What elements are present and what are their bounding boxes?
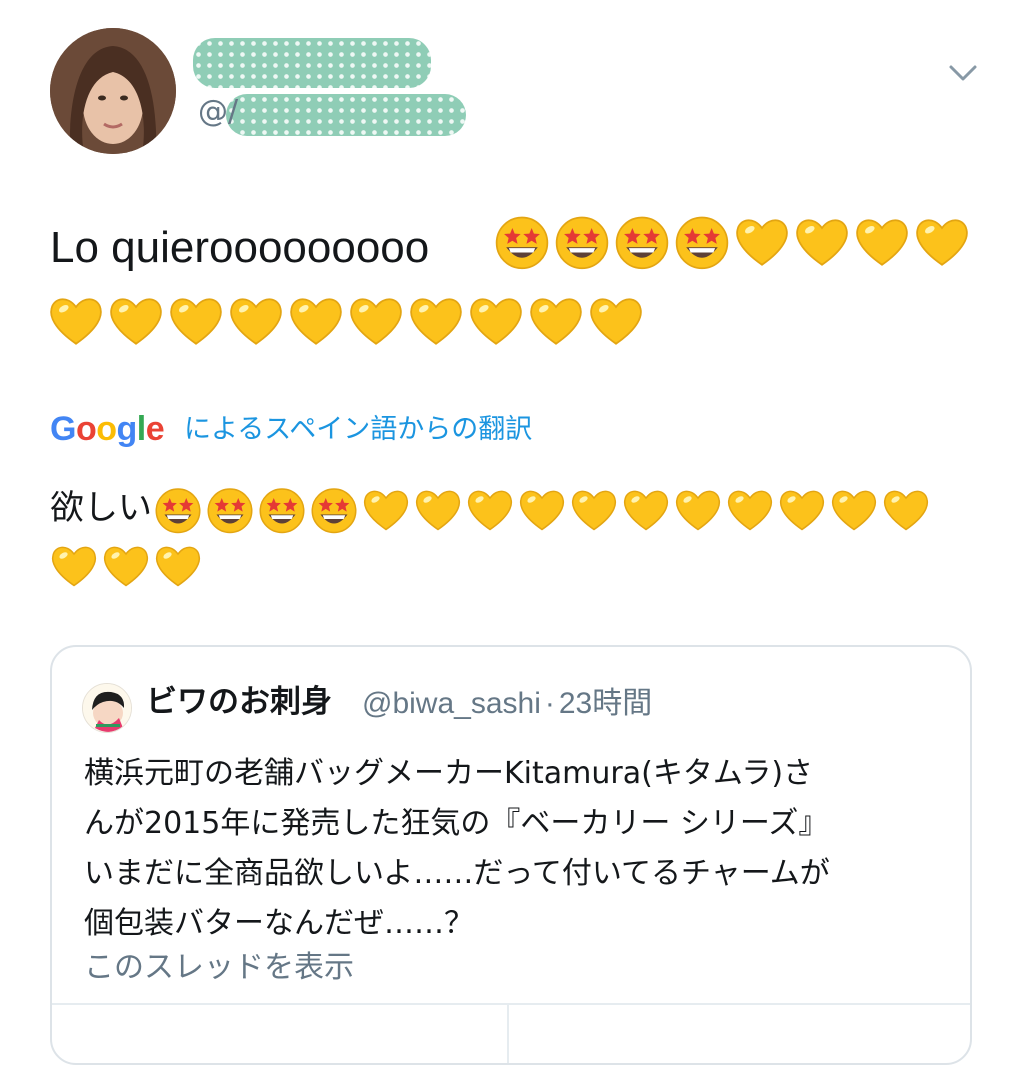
quoted-tweet-card[interactable]: ビワのお刺身 @biwa_sashi · 23時間 横浜元町の老舗バッグメーカーKi…: [50, 645, 972, 1065]
user-avatar[interactable]: [50, 28, 176, 154]
yellow-heart-emoji: [882, 486, 930, 538]
translated-text: 欲しい: [50, 488, 152, 528]
yellow-heart-emoji: [518, 486, 566, 538]
quoted-user-name[interactable]: ビワのお刺身: [146, 687, 332, 718]
star-struck-emoji: [154, 486, 202, 538]
yellow-heart-emoji: [50, 542, 98, 594]
yellow-heart-emoji: [228, 293, 284, 353]
yellow-heart-emoji: [588, 293, 644, 353]
yellow-heart-emoji: [734, 214, 790, 274]
star-struck-emoji: [258, 486, 306, 538]
translation-label[interactable]: によるスペイン語からの翻訳: [184, 416, 532, 443]
quoted-avatar-image: [83, 684, 131, 732]
quoted-user-handle[interactable]: @biwa_sashi: [362, 687, 541, 720]
quoted-timestamp[interactable]: 23時間: [559, 687, 652, 720]
tweet-emoji-row-1: [494, 214, 974, 274]
yellow-heart-emoji: [468, 293, 524, 353]
quoted-meta: @biwa_sashi · 23時間: [362, 689, 652, 719]
avatar-photo: [50, 28, 176, 154]
yellow-heart-emoji: [108, 293, 164, 353]
yellow-heart-emoji: [466, 486, 514, 538]
yellow-heart-emoji: [348, 293, 404, 353]
yellow-heart-emoji: [168, 293, 224, 353]
star-struck-emoji: [494, 214, 550, 274]
yellow-heart-emoji: [794, 214, 850, 274]
star-struck-emoji: [554, 214, 610, 274]
yellow-heart-emoji: [854, 214, 910, 274]
yellow-heart-emoji: [528, 293, 584, 353]
yellow-heart-emoji: [362, 486, 410, 538]
yellow-heart-emoji: [674, 486, 722, 538]
yellow-heart-emoji: [622, 486, 670, 538]
yellow-heart-emoji: [830, 486, 878, 538]
yellow-heart-emoji: [48, 293, 104, 353]
quoted-body-line: 個包装バターなんだぜ……？: [84, 906, 474, 941]
user-handle-prefix: @/: [198, 94, 239, 129]
yellow-heart-emoji: [154, 542, 202, 594]
quoted-body-line: いまだに全商品欲しいよ……だって付いてるチャームが: [84, 856, 830, 891]
yellow-heart-emoji: [778, 486, 826, 538]
google-logo: Google: [50, 410, 165, 448]
yellow-heart-emoji: [914, 214, 970, 274]
yellow-heart-emoji: [102, 542, 150, 594]
tweet-emoji-row-2: [48, 293, 648, 353]
quoted-body-line: んが2015年に発売した狂気の『ベーカリー シリーズ』: [84, 806, 829, 841]
redacted-handle: [226, 94, 466, 136]
divider: [507, 1003, 509, 1063]
redacted-display-name: [193, 38, 431, 88]
yellow-heart-emoji: [414, 486, 462, 538]
star-struck-emoji: [206, 486, 254, 538]
quoted-body-line: 横浜元町の老舗バッグメーカーKitamura(キタムラ)さ: [84, 756, 814, 791]
translated-emoji-row-1: [154, 486, 934, 538]
translated-emoji-row-2: [50, 542, 206, 594]
meta-separator: ·: [544, 687, 555, 720]
yellow-heart-emoji: [408, 293, 464, 353]
divider: [52, 1003, 970, 1005]
yellow-heart-emoji: [726, 486, 774, 538]
quoted-user-avatar[interactable]: [82, 683, 132, 733]
star-struck-emoji: [614, 214, 670, 274]
yellow-heart-emoji: [288, 293, 344, 353]
star-struck-emoji: [674, 214, 730, 274]
star-struck-emoji: [310, 486, 358, 538]
show-thread-link[interactable]: このスレッドを表示: [84, 953, 354, 983]
chevron-down-icon[interactable]: [946, 58, 980, 88]
quoted-tweet-body: 横浜元町の老舗バッグメーカーKitamura(キタムラ)さ んが2015年に発売…: [84, 749, 964, 949]
yellow-heart-emoji: [570, 486, 618, 538]
tweet-text: Lo quierooooooooo: [50, 223, 430, 272]
